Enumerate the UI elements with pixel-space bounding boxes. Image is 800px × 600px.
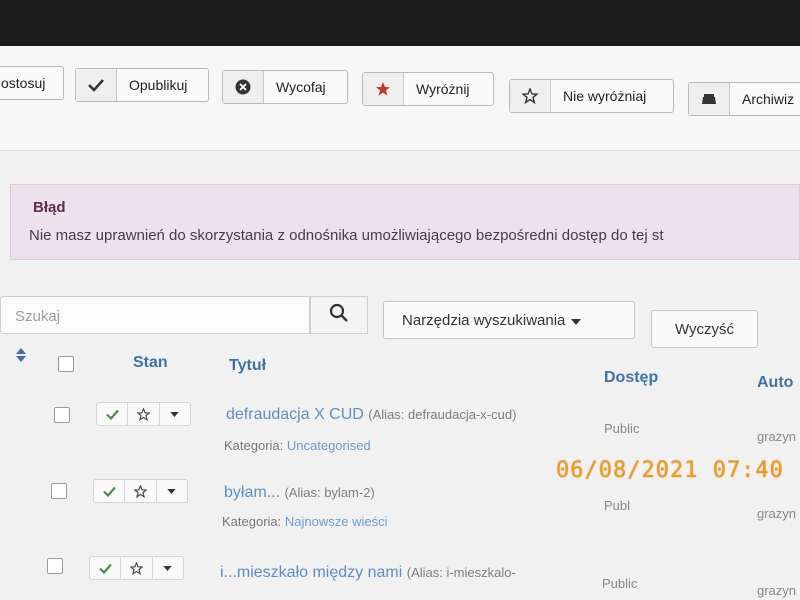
star-filled-icon bbox=[363, 73, 404, 105]
category-label: Kategoria: bbox=[222, 514, 282, 529]
star-outline-icon[interactable] bbox=[121, 557, 153, 579]
caret-down-icon[interactable] bbox=[160, 403, 190, 425]
caret-down-icon[interactable] bbox=[153, 557, 183, 579]
toolbar: ostosuj Opublikuj Wycofaj Wyróżnij Nie w… bbox=[0, 46, 800, 151]
access-cell: Publ bbox=[604, 498, 631, 513]
article-title-link[interactable]: byłam... bbox=[224, 484, 280, 501]
article-alias: (Alias: bylam-2) bbox=[284, 485, 375, 500]
column-author[interactable]: Auto bbox=[757, 374, 793, 392]
author-cell: grazyn bbox=[757, 429, 797, 444]
column-status[interactable]: Stan bbox=[133, 354, 168, 372]
check-icon bbox=[76, 69, 117, 101]
clear-button[interactable]: Wyczyść bbox=[651, 310, 758, 348]
category-label: Kategoria: bbox=[224, 438, 284, 453]
article-title-link[interactable]: i...mieszkało między nami bbox=[220, 564, 402, 581]
feature-button[interactable]: Wyróżnij bbox=[362, 72, 494, 106]
archive-icon bbox=[689, 83, 730, 115]
category-link[interactable]: Uncategorised bbox=[287, 438, 371, 453]
archive-button[interactable]: Archiwiz bbox=[688, 82, 800, 116]
published-check-icon[interactable] bbox=[97, 403, 129, 425]
article-title-link[interactable]: defraudacja X CUD bbox=[226, 406, 364, 423]
unpublish-button[interactable]: Wycofaj bbox=[222, 70, 348, 104]
photo-timestamp: 06/08/2021 07:40 bbox=[556, 458, 784, 483]
search-box bbox=[0, 296, 310, 335]
sort-icon[interactable] bbox=[16, 348, 26, 367]
apply-button[interactable]: ostosuj bbox=[0, 66, 64, 100]
star-outline-icon[interactable] bbox=[128, 403, 160, 425]
caret-down-icon[interactable] bbox=[157, 480, 187, 502]
access-cell: Public bbox=[602, 576, 638, 591]
status-button-group bbox=[93, 479, 188, 503]
article-alias: (Alias: defraudacja-x-cud) bbox=[368, 407, 517, 422]
alert-heading: Błąd bbox=[33, 199, 66, 216]
published-check-icon[interactable] bbox=[94, 480, 126, 502]
star-outline-icon bbox=[510, 80, 551, 112]
published-check-icon[interactable] bbox=[90, 557, 122, 579]
author-cell: grazyn bbox=[757, 583, 797, 598]
category-link[interactable]: Najnowsze wieści bbox=[285, 514, 388, 529]
author-cell: grazyn bbox=[757, 506, 797, 521]
select-all-checkbox[interactable] bbox=[58, 356, 74, 372]
column-access[interactable]: Dostęp bbox=[604, 369, 658, 387]
search-tools-button[interactable]: Narzędzia wyszukiwania bbox=[383, 301, 635, 339]
column-title[interactable]: Tytuł bbox=[229, 357, 266, 375]
error-alert: Błąd Nie masz uprawnień do skorzystania … bbox=[10, 184, 800, 260]
status-button-group bbox=[96, 402, 191, 426]
article-alias: (Alias: i-mieszkalo- bbox=[406, 565, 516, 580]
access-cell: Public bbox=[604, 421, 640, 436]
status-button-group bbox=[89, 556, 184, 580]
search-input[interactable] bbox=[1, 297, 307, 335]
alert-message: Nie masz uprawnień do skorzystania z odn… bbox=[29, 227, 664, 244]
row-checkbox[interactable] bbox=[51, 483, 67, 499]
unfeature-button[interactable]: Nie wyróżniaj bbox=[509, 79, 674, 113]
row-checkbox[interactable] bbox=[54, 407, 70, 423]
row-checkbox[interactable] bbox=[47, 558, 63, 574]
cms-article-manager: ostosuj Opublikuj Wycofaj Wyróżnij Nie w… bbox=[0, 46, 800, 600]
search-button[interactable] bbox=[310, 296, 368, 334]
star-outline-icon[interactable] bbox=[125, 480, 157, 502]
caret-down-icon bbox=[571, 312, 582, 329]
search-icon bbox=[329, 303, 349, 328]
publish-button[interactable]: Opublikuj bbox=[75, 68, 209, 102]
circle-x-icon bbox=[223, 71, 264, 103]
